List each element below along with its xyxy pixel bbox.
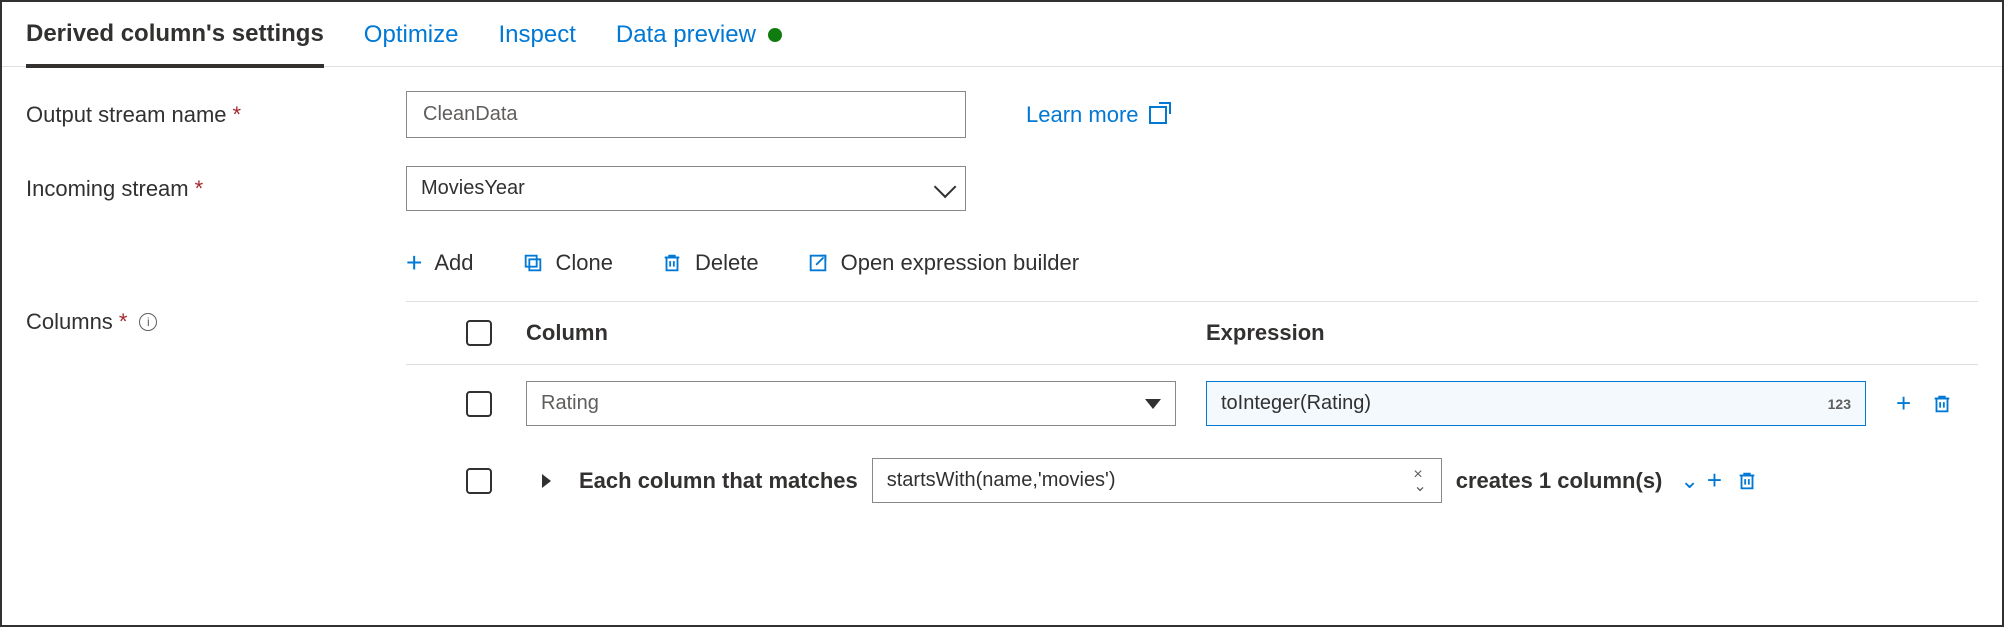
incoming-stream-value: MoviesYear <box>421 177 525 200</box>
required-asterisk: * <box>195 176 204 202</box>
header-expression: Expression <box>1206 320 1978 346</box>
expand-icon[interactable] <box>542 474 551 488</box>
chevron-down-icon <box>934 175 957 198</box>
label-text: Incoming stream <box>26 176 189 202</box>
delete-pattern-button[interactable] <box>1736 470 1758 492</box>
clear-dropdown-icon[interactable]: ×⌄ <box>1413 469 1426 491</box>
caret-down-icon <box>1145 399 1161 409</box>
expression-input[interactable]: toInteger(Rating) 123 <box>1206 381 1866 426</box>
table-row: Rating toInteger(Rating) 123 + <box>406 365 1978 442</box>
tab-inspect[interactable]: Inspect <box>498 21 575 65</box>
pattern-condition-value: startsWith(name,'movies') <box>887 469 1116 492</box>
info-icon[interactable]: i <box>139 313 157 331</box>
add-button[interactable]: + Add <box>406 249 474 277</box>
learn-more-text: Learn more <box>1026 102 1139 128</box>
clone-label: Clone <box>556 250 613 276</box>
delete-label: Delete <box>695 250 759 276</box>
output-stream-name-input-wrap <box>406 91 966 138</box>
clone-icon <box>522 252 544 274</box>
plus-icon: + <box>406 249 422 277</box>
column-name-value: Rating <box>541 392 599 415</box>
delete-button[interactable]: Delete <box>661 250 759 276</box>
row-checkbox[interactable] <box>466 391 492 417</box>
add-label: Add <box>434 250 473 276</box>
row-checkbox[interactable] <box>466 468 492 494</box>
pattern-suffix-label: creates 1 column(s) <box>1456 468 1663 494</box>
columns-toolbar: + Add Clone Delete <box>406 239 1978 301</box>
pattern-row: Each column that matches startsWith(name… <box>406 442 1978 519</box>
expression-value: toInteger(Rating) <box>1221 392 1371 415</box>
status-dot-icon <box>768 28 782 42</box>
open-expression-builder-button[interactable]: Open expression builder <box>807 250 1079 276</box>
tab-settings[interactable]: Derived column's settings <box>26 20 324 68</box>
type-badge: 123 <box>1828 396 1851 412</box>
output-stream-name-label: Output stream name * <box>26 102 406 128</box>
trash-icon <box>661 252 683 274</box>
learn-more-link[interactable]: Learn more <box>1026 102 1167 128</box>
select-all-checkbox[interactable] <box>466 320 492 346</box>
header-column: Column <box>526 320 1206 346</box>
external-link-icon <box>1149 106 1167 124</box>
pattern-condition-input[interactable]: startsWith(name,'movies') ×⌄ <box>872 458 1442 503</box>
tab-bar: Derived column's settings Optimize Inspe… <box>2 2 2002 67</box>
label-text: Output stream name <box>26 102 227 128</box>
clone-button[interactable]: Clone <box>522 250 613 276</box>
open-builder-label: Open expression builder <box>841 250 1079 276</box>
column-name-select[interactable]: Rating <box>526 381 1176 426</box>
add-pattern-button[interactable]: + <box>1707 465 1722 496</box>
delete-row-button[interactable] <box>1931 393 1953 415</box>
tab-data-preview[interactable]: Data preview <box>616 21 782 65</box>
tab-optimize[interactable]: Optimize <box>364 21 459 65</box>
tab-data-preview-label: Data preview <box>616 21 756 49</box>
output-stream-name-input[interactable] <box>421 102 951 127</box>
add-row-button[interactable]: + <box>1896 388 1911 419</box>
label-text: Columns <box>26 309 113 335</box>
expand-chevron-icon[interactable]: ⌄ <box>1680 468 1698 494</box>
columns-label: Columns * i <box>26 239 406 335</box>
incoming-stream-label: Incoming stream * <box>26 176 406 202</box>
required-asterisk: * <box>119 309 128 335</box>
incoming-stream-select[interactable]: MoviesYear <box>406 166 966 211</box>
external-link-icon <box>807 252 829 274</box>
required-asterisk: * <box>233 102 242 128</box>
columns-table-header: Column Expression <box>406 301 1978 365</box>
pattern-prefix-label: Each column that matches <box>579 468 858 494</box>
